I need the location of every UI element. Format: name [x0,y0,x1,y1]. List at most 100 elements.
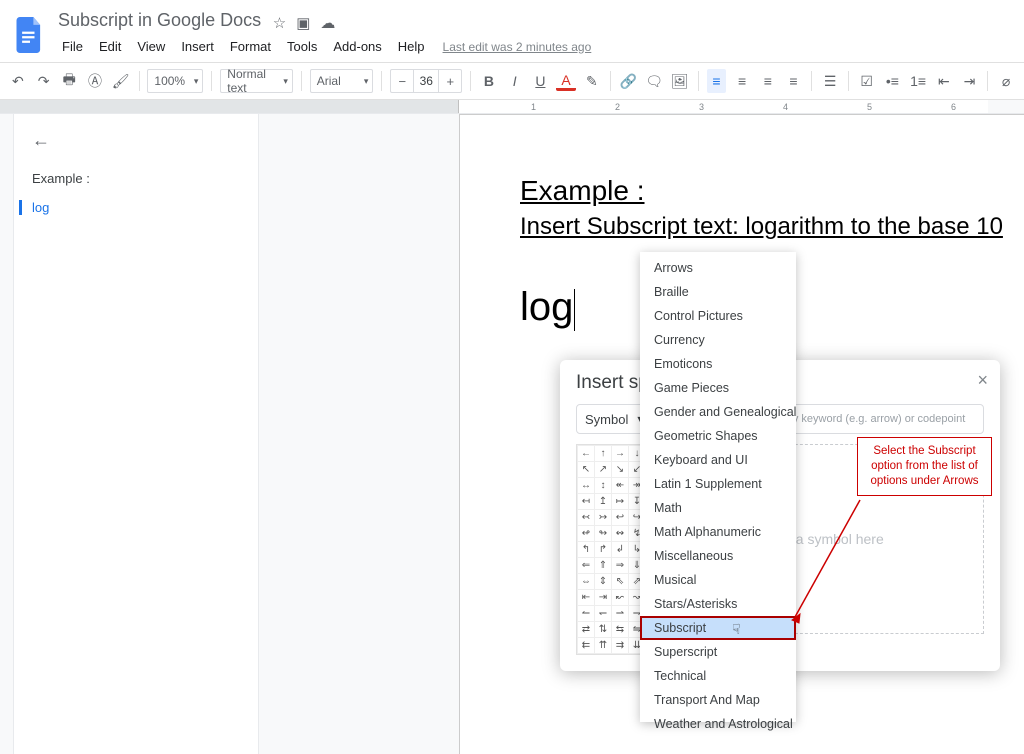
category-option-musical[interactable]: Musical [640,568,796,592]
font-select[interactable]: Arial [310,69,374,93]
indent-dec-button[interactable]: ⇤ [934,69,954,93]
char-cell[interactable]: ↣ [595,510,612,526]
char-cell[interactable]: ↖ [578,462,595,478]
char-cell[interactable]: ⇑ [595,558,612,574]
dialog-close-button[interactable]: × [977,370,988,391]
indent-inc-button[interactable]: ⇥ [960,69,980,93]
menu-view[interactable]: View [129,35,173,58]
zoom-select[interactable]: 100% [147,69,203,93]
char-cell[interactable]: ↬ [595,526,612,542]
category-option-gender-and-genealogical[interactable]: Gender and Genealogical [640,400,796,424]
docs-logo-icon[interactable] [12,17,48,53]
character-grid[interactable]: ←↑→↓↖↗↘↙↔↕↞↠↤↥↦↧↢↣↩↪↫↬↭↯↰↱↲↳⇐⇑⇒⇓⇔⇕⇖⇗⇤⇥↜↝… [576,444,647,655]
category-option-braille[interactable]: Braille [640,280,796,304]
menu-format[interactable]: Format [222,35,279,58]
category-option-weather-and-astrological[interactable]: Weather and Astrological [640,712,796,736]
spellcheck-button[interactable]: Ⓐ [85,69,105,93]
checklist-button[interactable]: ☑ [857,69,877,93]
char-cell[interactable]: ↜ [612,590,629,606]
vertical-ruler[interactable] [0,114,14,754]
char-cell[interactable]: ↭ [612,526,629,542]
category-option-geometric-shapes[interactable]: Geometric Shapes [640,424,796,448]
char-cell[interactable]: ⇒ [612,558,629,574]
outline-item[interactable]: log [19,200,240,215]
category-option-game-pieces[interactable]: Game Pieces [640,376,796,400]
menu-insert[interactable]: Insert [173,35,222,58]
menu-add-ons[interactable]: Add-ons [325,35,389,58]
redo-button[interactable]: ↷ [34,69,54,93]
category-option-stars-asterisks[interactable]: Stars/Asterisks [640,592,796,616]
category-option-math[interactable]: Math [640,496,796,520]
category-option-subscript[interactable]: Subscript [640,616,796,640]
menu-help[interactable]: Help [390,35,433,58]
char-cell[interactable]: ↱ [595,542,612,558]
clear-formatting-button[interactable]: ⌀ [996,69,1016,93]
char-cell[interactable]: ⇉ [612,638,629,654]
category-option-emoticons[interactable]: Emoticons [640,352,796,376]
char-cell[interactable]: ↦ [612,494,629,510]
bold-button[interactable]: B [479,69,499,93]
category-option-miscellaneous[interactable]: Miscellaneous [640,544,796,568]
last-edit-link[interactable]: Last edit was 2 minutes ago [443,40,592,54]
char-cell[interactable]: ↲ [612,542,629,558]
char-cell[interactable]: ⇈ [595,638,612,654]
numbered-list-button[interactable]: 1≡ [908,69,928,93]
category-option-currency[interactable]: Currency [640,328,796,352]
paragraph-style-select[interactable]: Normal text [220,69,293,93]
category-option-technical[interactable]: Technical [640,664,796,688]
outline-back-icon[interactable]: ← [32,130,50,151]
char-cell[interactable]: ↽ [595,606,612,622]
char-cell[interactable]: ↰ [578,542,595,558]
category-option-transport-and-map[interactable]: Transport And Map [640,688,796,712]
align-left-button[interactable]: ≡ [707,69,727,93]
outline-heading[interactable]: Example : [32,171,240,186]
char-cell[interactable]: ↘ [612,462,629,478]
category-option-superscript[interactable]: Superscript [640,640,796,664]
menu-edit[interactable]: Edit [91,35,129,58]
paint-format-button[interactable]: 🖌 [111,69,131,93]
category-type-select[interactable]: Symbol [576,404,649,434]
category-option-keyboard-and-ui[interactable]: Keyboard and UI [640,448,796,472]
font-size-value[interactable]: 36 [413,70,439,92]
text-color-button[interactable]: A [556,71,576,91]
char-cell[interactable]: ⇆ [612,622,629,638]
char-cell[interactable]: ↗ [595,462,612,478]
document-title[interactable]: Subscript in Google Docs [54,8,265,33]
star-icon[interactable]: ☆ [273,14,286,32]
category-option-math-alphanumeric[interactable]: Math Alphanumeric [640,520,796,544]
font-size-stepper[interactable]: − 36 + [390,69,462,93]
char-cell[interactable]: ↤ [578,494,595,510]
align-right-button[interactable]: ≡ [758,69,778,93]
char-cell[interactable]: ⇕ [595,574,612,590]
undo-button[interactable]: ↶ [8,69,28,93]
align-justify-button[interactable]: ≡ [784,69,804,93]
char-cell[interactable]: ⇤ [578,590,595,606]
category-option-control-pictures[interactable]: Control Pictures [640,304,796,328]
char-cell[interactable]: ↫ [578,526,595,542]
image-button[interactable]: 🖼 [670,69,690,93]
doc-heading[interactable]: Example : [520,175,1024,207]
char-cell[interactable]: ↥ [595,494,612,510]
menu-file[interactable]: File [54,35,91,58]
font-size-decrease[interactable]: − [391,74,413,89]
link-button[interactable]: 🔗 [619,69,639,93]
char-cell[interactable]: → [612,446,629,462]
char-cell[interactable]: ← [578,446,595,462]
italic-button[interactable]: I [505,69,525,93]
bulleted-list-button[interactable]: •≡ [883,69,903,93]
char-cell[interactable]: ⇄ [578,622,595,638]
char-cell[interactable]: ⇔ [578,574,595,590]
menu-tools[interactable]: Tools [279,35,325,58]
char-cell[interactable]: ↔ [578,478,595,494]
char-cell[interactable]: ⇅ [595,622,612,638]
align-center-button[interactable]: ≡ [732,69,752,93]
horizontal-ruler[interactable]: 123456 [0,100,1024,114]
font-size-increase[interactable]: + [439,74,461,89]
print-button[interactable]: 🖶 [59,69,79,93]
char-cell[interactable]: ↞ [612,478,629,494]
char-cell[interactable]: ↕ [595,478,612,494]
doc-subheading[interactable]: Insert Subscript text: logarithm to the … [520,213,1024,241]
char-cell[interactable]: ↑ [595,446,612,462]
char-cell[interactable]: ⇇ [578,638,595,654]
char-cell[interactable]: ⇐ [578,558,595,574]
